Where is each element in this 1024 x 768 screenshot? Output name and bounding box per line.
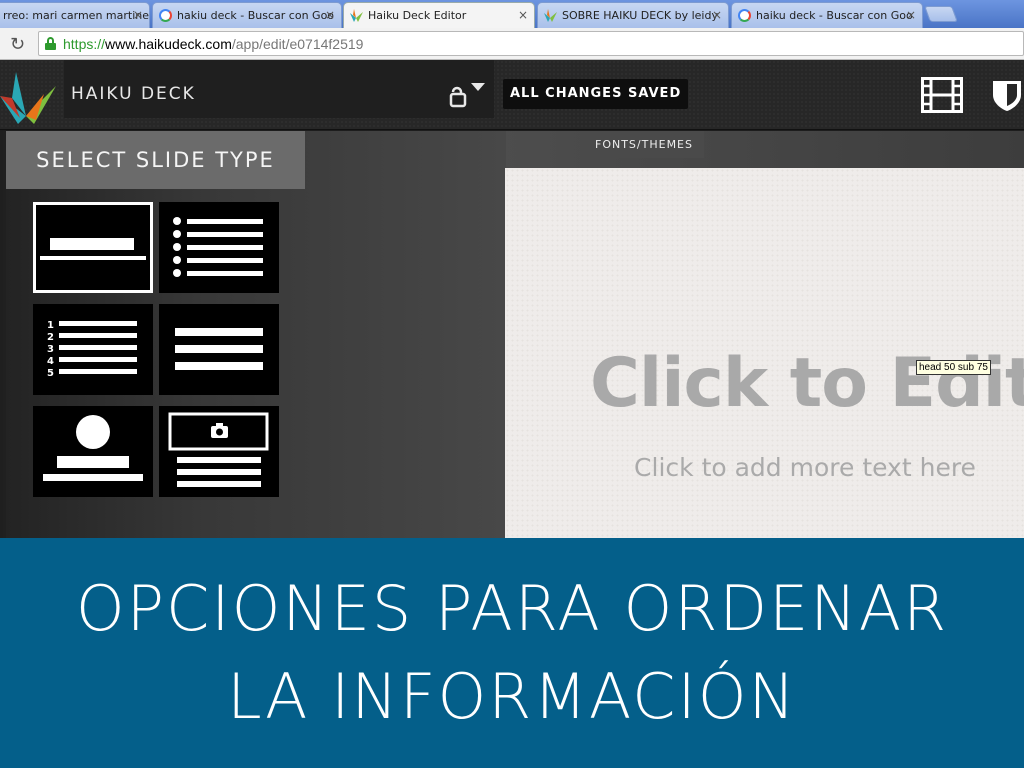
url-text: https://www.haikudeck.com/app/edit/e0714… — [63, 36, 364, 52]
tab-haiku-deck-editor[interactable]: Haiku Deck Editor × — [343, 2, 535, 28]
caption-line-2: LA INFORMACIÓN — [227, 660, 797, 733]
tab-label: rreo: mari carmen martinez — [3, 9, 150, 22]
close-icon[interactable]: × — [906, 8, 916, 22]
editor-workspace: SELECT SLIDE TYPE 1 2 3 4 5 FONTS/THEMES… — [0, 131, 1024, 538]
slide-type-panel: SELECT SLIDE TYPE 1 2 3 4 5 — [6, 131, 506, 538]
tab-label: Haiku Deck Editor — [368, 9, 467, 22]
tab-google-search-hakiu[interactable]: hakiu deck - Buscar con Goo × — [152, 2, 342, 28]
unlock-share-icon[interactable] — [449, 78, 491, 108]
list-number: 2 — [47, 332, 54, 343]
tab-google-search-haiku[interactable]: haiku deck - Buscar con Goo × — [731, 2, 923, 28]
new-tab-button[interactable] — [924, 6, 958, 22]
numbered-list-icon: 1 2 3 4 5 — [47, 320, 137, 379]
panel-header: SELECT SLIDE TYPE — [6, 131, 305, 189]
tab-email[interactable]: rreo: mari carmen martinez × — [0, 2, 150, 28]
tab-label: hakiu deck - Buscar con Goo — [177, 9, 335, 22]
tab-label: SOBRE HAIKU DECK by leidy — [562, 9, 718, 22]
screen: rreo: mari carmen martinez × hakiu deck … — [0, 0, 1024, 768]
title-layout-icon — [40, 238, 146, 260]
close-icon[interactable]: × — [133, 8, 143, 22]
save-status-badge: ALL CHANGES SAVED — [503, 79, 689, 109]
layout-bullet-list-tile[interactable] — [159, 202, 279, 293]
close-icon[interactable]: × — [325, 8, 335, 22]
brand-box: HAIKU DECK — [64, 60, 494, 118]
haiku-deck-icon — [544, 9, 557, 22]
list-number: 1 — [47, 320, 54, 331]
tab-label: haiku deck - Buscar con Goo — [756, 9, 913, 22]
film-strip-icon[interactable] — [921, 77, 963, 113]
panel-title: SELECT SLIDE TYPE — [36, 148, 275, 172]
caption-line-1: OPCIONES PARA ORDENAR — [75, 572, 949, 645]
photo-layout-icon — [168, 412, 269, 487]
slide-title[interactable]: Click to Edit — [590, 344, 1024, 423]
tab-sobre-haiku-deck[interactable]: SOBRE HAIKU DECK by leidy × — [537, 2, 729, 28]
layout-title-tile[interactable] — [33, 202, 153, 293]
list-number: 5 — [47, 368, 54, 379]
browser-tab-bar: rreo: mari carmen martinez × hakiu deck … — [0, 0, 1024, 28]
app-header: HAIKU DECK ALL CHANGES SAVED — [0, 60, 1024, 130]
text-lines-icon — [175, 328, 263, 370]
haiku-deck-logo-icon — [0, 72, 56, 124]
list-number: 4 — [47, 356, 54, 367]
shield-icon[interactable] — [990, 78, 1024, 112]
reload-icon[interactable]: ↻ — [10, 34, 25, 55]
lock-icon — [45, 37, 56, 50]
tooltip: head 50 sub 75 — [916, 360, 991, 375]
browser-toolbar: ↻ https://www.haikudeck.com/app/edit/e07… — [0, 28, 1024, 60]
google-icon — [159, 9, 172, 22]
layout-profile-tile[interactable] — [33, 406, 153, 497]
profile-layout-icon — [43, 415, 143, 481]
list-number: 3 — [47, 344, 54, 355]
slide-canvas[interactable]: Click to Edit Click to add more text her… — [505, 168, 1024, 538]
fonts-themes-button[interactable]: FONTS/THEMES — [584, 131, 704, 158]
address-bar[interactable]: https://www.haikudeck.com/app/edit/e0714… — [38, 31, 1024, 56]
caption-banner: OPCIONES PARA ORDENAR LA INFORMACIÓN — [0, 538, 1024, 768]
brand-title: HAIKU DECK — [71, 84, 196, 104]
layout-photo-text-tile[interactable] — [159, 406, 279, 497]
layout-numbered-list-tile[interactable]: 1 2 3 4 5 — [33, 304, 153, 395]
slide-subtitle[interactable]: Click to add more text here — [505, 453, 1024, 482]
close-icon[interactable]: × — [518, 8, 528, 22]
bullet-list-icon — [173, 217, 263, 277]
close-icon[interactable]: × — [712, 8, 722, 22]
google-icon — [738, 9, 751, 22]
layout-text-lines-tile[interactable] — [159, 304, 279, 395]
haiku-deck-icon — [350, 9, 363, 22]
